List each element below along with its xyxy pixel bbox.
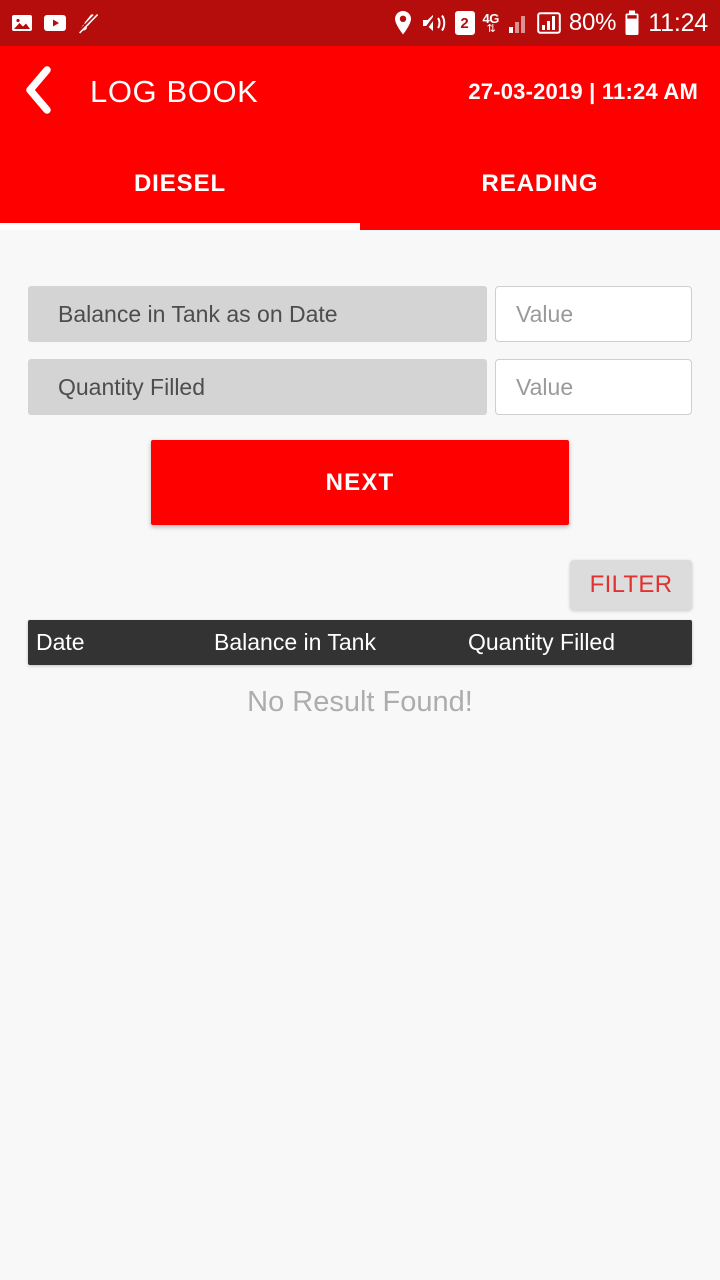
column-header-balance-in-tank: Balance in Tank (214, 629, 376, 655)
tab-bar: DIESEL READING (0, 138, 720, 230)
signal-bars-sim1-icon (507, 12, 529, 34)
signal-bars-sim2-icon (537, 11, 561, 35)
balance-in-tank-input[interactable]: Value (495, 286, 692, 342)
app-root: 2 4G ⇅ 80% 11:24 LOG BOOK 27-03-2019 | 1… (0, 0, 720, 1280)
tab-reading[interactable]: READING (360, 138, 720, 230)
youtube-icon (43, 13, 67, 33)
empty-state-message: No Result Found! (247, 686, 473, 718)
tab-diesel[interactable]: DIESEL (0, 138, 360, 230)
network-type-indicator: 4G ⇅ (483, 12, 500, 35)
form-row-quantity: Quantity Filled Value (28, 359, 692, 415)
data-transfer-arrows-icon: ⇅ (486, 22, 496, 35)
tab-diesel-label: DIESEL (133, 170, 227, 197)
battery-icon (624, 10, 640, 36)
status-bar-left-icons (10, 11, 100, 35)
app-bar: LOG BOOK 27-03-2019 | 11:24 AM DIESEL RE… (0, 46, 720, 230)
gallery-icon (10, 11, 34, 35)
battery-percent-label: 80% (568, 9, 617, 36)
quantity-filled-input[interactable]: Value (495, 359, 692, 415)
quantity-filled-label: Quantity Filled (28, 359, 487, 415)
status-bar-right-icons: 2 4G ⇅ 80% 11:24 (393, 8, 708, 38)
log-table-header: Date Balance in Tank Quantity Filled (28, 620, 692, 665)
diesel-form: Balance in Tank as on Date Value Quantit… (0, 237, 720, 415)
location-pin-icon (393, 10, 413, 36)
status-bar-clock: 11:24 (648, 8, 708, 37)
app-bar-title-row: LOG BOOK 27-03-2019 | 11:24 AM (0, 46, 720, 138)
vibrate-mute-icon (421, 11, 447, 35)
header-datetime: 27-03-2019 | 11:24 AM (468, 79, 698, 104)
back-button[interactable] (0, 46, 74, 138)
balance-in-tank-label: Balance in Tank as on Date (28, 286, 487, 342)
filter-button[interactable]: FILTER (570, 560, 692, 610)
next-button[interactable]: NEXT (151, 440, 569, 525)
tab-reading-label: READING (481, 170, 599, 197)
mute-brush-icon (76, 11, 100, 35)
tab-active-indicator (0, 223, 360, 230)
sim-slot-badge: 2 (454, 11, 475, 35)
status-bar: 2 4G ⇅ 80% 11:24 (0, 0, 720, 46)
page-title: LOG BOOK (90, 74, 259, 109)
form-row-balance: Balance in Tank as on Date Value (28, 286, 692, 342)
column-header-date: Date (36, 629, 85, 655)
column-header-quantity-filled: Quantity Filled (468, 629, 616, 655)
chevron-left-icon (20, 64, 54, 121)
